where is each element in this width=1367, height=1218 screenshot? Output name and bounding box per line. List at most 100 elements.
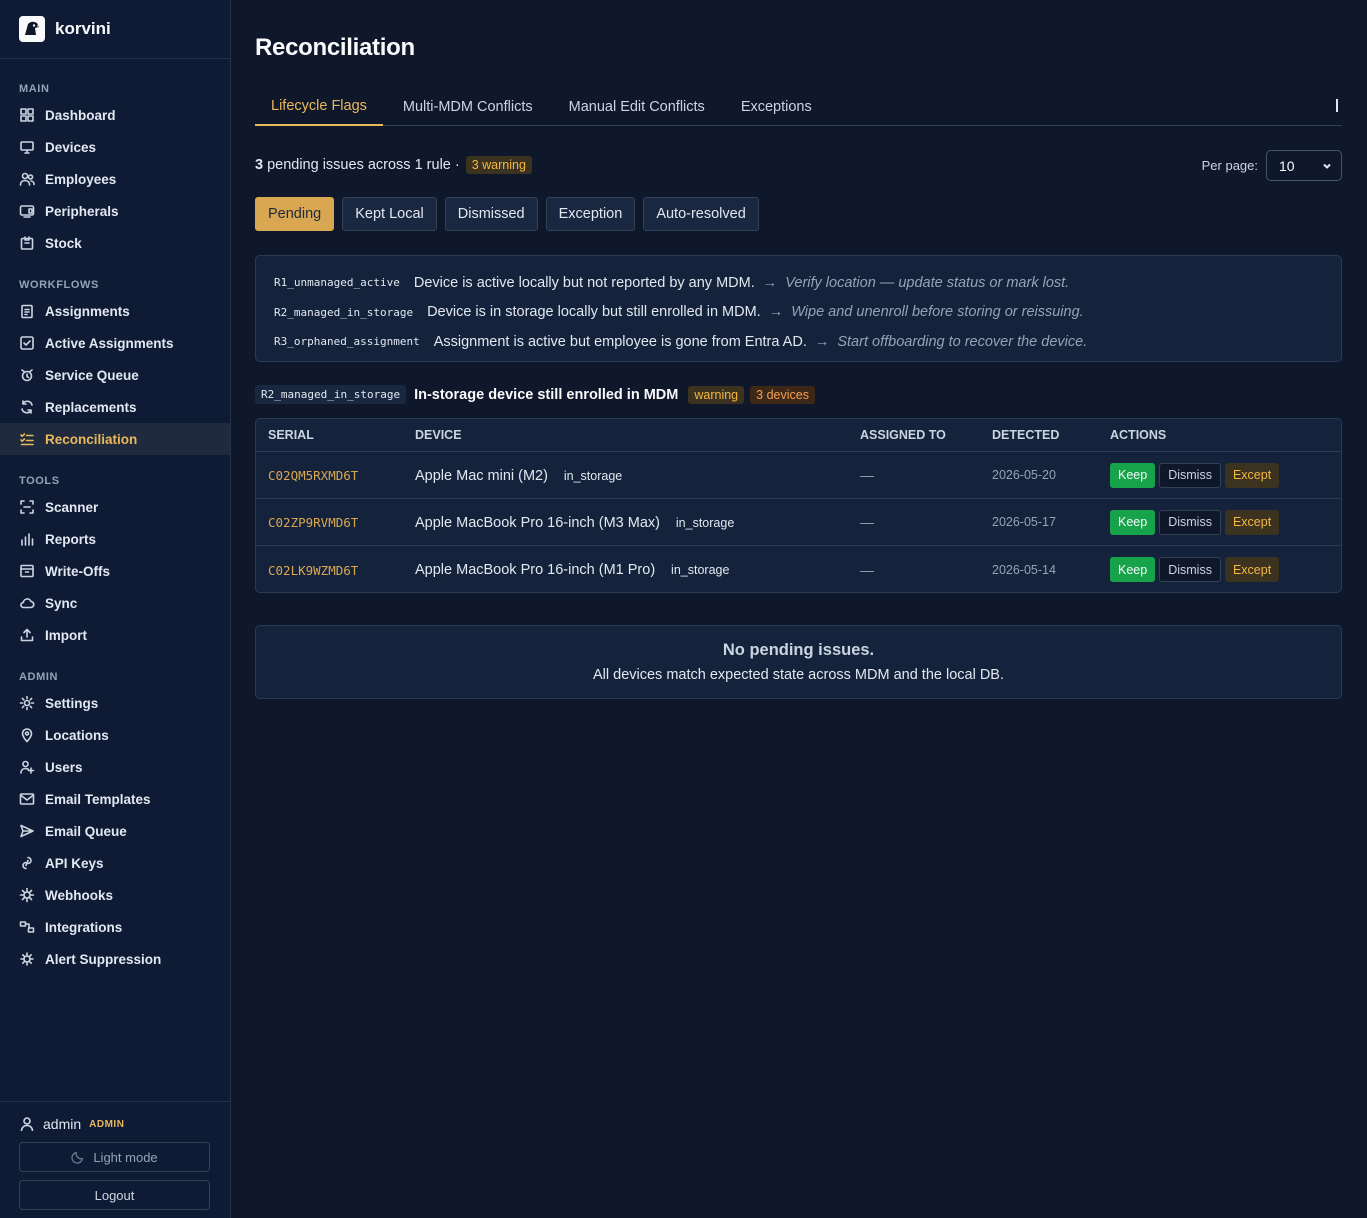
sidebar-item-api-keys[interactable]: API Keys — [0, 847, 230, 879]
bar-chart-icon — [19, 531, 35, 547]
sidebar-item-dashboard[interactable]: Dashboard — [0, 99, 230, 131]
table-row: C02LK9WZMD6T Apple MacBook Pro 16-inch (… — [256, 546, 1341, 592]
rule-item: R1_unmanaged_active Device is active loc… — [274, 268, 1323, 298]
sidebar-item-label: Employees — [45, 171, 117, 187]
rules-legend: R1_unmanaged_active Device is active loc… — [255, 255, 1342, 362]
sidebar-item-import[interactable]: Import — [0, 619, 230, 651]
bug-icon — [19, 951, 35, 967]
sidebar-item-integrations[interactable]: Integrations — [0, 911, 230, 943]
filter-dismissed[interactable]: Dismissed — [444, 197, 538, 231]
serial-link[interactable]: C02LK9WZMD6T — [268, 563, 358, 578]
per-page-label: Per page: — [1201, 158, 1258, 173]
tab-lifecycle-flags[interactable]: Lifecycle Flags — [255, 88, 383, 126]
sidebar-item-label: Sync — [45, 595, 78, 611]
user-icon — [20, 1117, 34, 1132]
logout-button[interactable]: Logout — [19, 1180, 210, 1210]
sidebar-item-users[interactable]: Users — [0, 751, 230, 783]
device-name: Apple MacBook Pro 16-inch (M3 Max) — [415, 514, 660, 531]
people-icon — [19, 171, 35, 187]
filter-kept-local[interactable]: Kept Local — [342, 197, 437, 231]
sidebar-item-email-queue[interactable]: Email Queue — [0, 815, 230, 847]
rule-code: R3_orphaned_assignment — [274, 335, 420, 349]
assigned-to: — — [860, 561, 874, 578]
sidebar-item-label: Integrations — [45, 919, 123, 935]
sidebar-item-label: Stock — [45, 235, 82, 251]
except-button[interactable]: Except — [1224, 462, 1280, 488]
device-count-badge: 3 devices — [750, 385, 815, 404]
serial-link[interactable]: C02QM5RXMD6T — [268, 468, 358, 483]
scan-icon — [19, 499, 35, 515]
map-pin-icon — [19, 727, 35, 743]
keep-button[interactable]: Keep — [1110, 509, 1156, 535]
sidebar-item-alert-suppression[interactable]: Alert Suppression — [0, 943, 230, 975]
filter-pending[interactable]: Pending — [255, 197, 335, 231]
current-user: admin ADMIN — [0, 1114, 230, 1134]
sidebar-item-label: Email Templates — [45, 791, 151, 807]
device-name: Apple Mac mini (M2) — [415, 467, 548, 484]
app-name: korvini — [55, 19, 111, 38]
keep-button[interactable]: Keep — [1110, 557, 1156, 582]
rule-item: R2_managed_in_storage Device is in stora… — [274, 298, 1323, 328]
sidebar-item-settings[interactable]: Settings — [0, 687, 230, 719]
upload-icon — [19, 627, 35, 643]
light-mode-button[interactable]: Light mode — [19, 1142, 210, 1172]
sidebar-item-employees[interactable]: Employees — [0, 163, 230, 195]
sun-gear-icon — [19, 695, 35, 711]
sidebar-item-peripherals[interactable]: Peripherals — [0, 195, 230, 227]
sidebar-item-label: Locations — [45, 727, 109, 743]
sidebar-item-reconciliation[interactable]: Reconciliation — [0, 423, 230, 455]
sidebar-item-email-templates[interactable]: Email Templates — [0, 783, 230, 815]
sidebar-item-sync[interactable]: Sync — [0, 587, 230, 619]
dismiss-button[interactable]: Dismiss — [1159, 557, 1221, 582]
sidebar-item-label: Import — [45, 627, 87, 643]
sidebar-item-locations[interactable]: Locations — [0, 719, 230, 751]
user-role-badge: ADMIN — [89, 1118, 125, 1130]
sidebar-item-devices[interactable]: Devices — [0, 131, 230, 163]
sidebar-item-reports[interactable]: Reports — [0, 523, 230, 555]
sidebar-item-stock[interactable]: Stock — [0, 227, 230, 259]
section-main: MAIN — [19, 83, 50, 95]
sidebar-item-replacements[interactable]: Replacements — [0, 391, 230, 423]
filter-auto-resolved[interactable]: Auto-resolved — [643, 197, 759, 231]
table-row: C02ZP9RVMD6T Apple MacBook Pro 16-inch (… — [256, 499, 1341, 546]
empty-state: No pending issues. All devices match exp… — [255, 625, 1342, 699]
row-actions: Keep Dismiss Except — [1110, 509, 1341, 535]
status-filters: Pending Kept Local Dismissed Exception A… — [255, 197, 759, 231]
brand[interactable]: korvini — [0, 0, 230, 59]
sidebar-item-write-offs[interactable]: Write-Offs — [0, 555, 230, 587]
serial-link[interactable]: C02ZP9RVMD6T — [268, 515, 358, 530]
except-button[interactable]: Except — [1224, 509, 1280, 535]
sidebar-item-label: Users — [45, 759, 83, 775]
filter-exception[interactable]: Exception — [545, 197, 636, 231]
cloud-icon — [19, 595, 35, 611]
detected-date: 2026-05-20 — [992, 468, 1056, 482]
sidebar-item-label: Peripherals — [45, 203, 119, 219]
per-page-select[interactable]: 10 — [1266, 150, 1342, 181]
sidebar-item-service-queue[interactable]: Service Queue — [0, 359, 230, 391]
dismiss-button[interactable]: Dismiss — [1159, 509, 1221, 535]
chevron-down-icon — [1323, 163, 1331, 169]
sidebar-item-label: Assignments — [45, 303, 130, 319]
refresh-icon — [19, 399, 35, 415]
dismiss-button[interactable]: Dismiss — [1159, 462, 1221, 488]
sidebar-item-active-assignments[interactable]: Active Assignments — [0, 327, 230, 359]
device-status: in_storage — [563, 468, 623, 483]
sidebar-item-label: Dashboard — [45, 107, 116, 123]
tab-manual-edit-conflicts[interactable]: Manual Edit Conflicts — [551, 88, 723, 126]
page-title: Reconciliation — [255, 34, 415, 61]
row-actions: Keep Dismiss Except — [1110, 557, 1341, 582]
empty-state-subtitle: All devices match expected state across … — [592, 667, 1004, 683]
rule-item: R3_orphaned_assignment Assignment is act… — [274, 327, 1323, 357]
sidebar: korvini MAIN Dashboard Devices Employees… — [0, 0, 231, 1218]
sidebar-item-webhooks[interactable]: Webhooks — [0, 879, 230, 911]
except-button[interactable]: Except — [1224, 557, 1280, 582]
device-status: in_storage — [675, 515, 735, 530]
sidebar-item-label: Active Assignments — [45, 335, 174, 351]
tab-multi-mdm-conflicts[interactable]: Multi-MDM Conflicts — [383, 88, 551, 126]
sidebar-item-assignments[interactable]: Assignments — [0, 295, 230, 327]
tab-exceptions[interactable]: Exceptions — [723, 88, 828, 126]
column-header-device: DEVICE — [415, 428, 462, 442]
sidebar-item-scanner[interactable]: Scanner — [0, 491, 230, 523]
keep-button[interactable]: Keep — [1110, 462, 1156, 488]
light-mode-label: Light mode — [93, 1149, 158, 1165]
